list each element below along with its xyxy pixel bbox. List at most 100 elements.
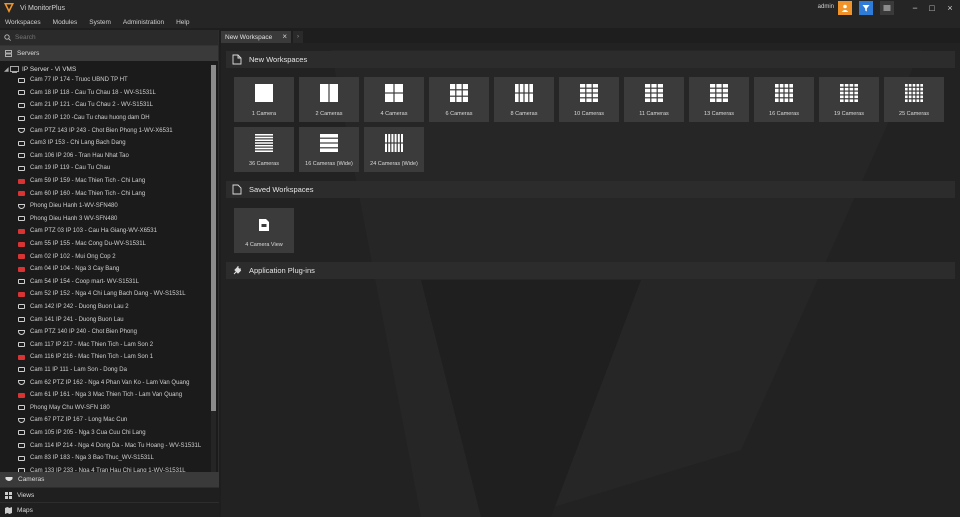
scrollbar-thumb[interactable] xyxy=(211,65,216,411)
camera-list-item[interactable]: Cam 141 IP 241 - Duong Buon Lau xyxy=(0,313,210,326)
saved-view-icon xyxy=(259,219,269,231)
workspace-layout-tile[interactable]: 11 Cameras xyxy=(624,77,684,122)
workspace-layout-tile[interactable]: 10 Cameras xyxy=(559,77,619,122)
servers-section-header[interactable]: Servers xyxy=(0,46,218,61)
close-window-button[interactable]: × xyxy=(944,3,956,13)
views-section-header[interactable]: Views xyxy=(0,487,219,502)
workspace-tile-label: 36 Cameras xyxy=(249,161,279,167)
camera-icon xyxy=(18,279,25,285)
app-logo-icon xyxy=(4,3,14,13)
camera-list-item[interactable]: Cam 62 PTZ IP 162 - Nga 4 Phan Van Ko - … xyxy=(0,376,210,389)
document-icon xyxy=(232,184,242,195)
menu-system[interactable]: System xyxy=(89,19,111,26)
workspace-layout-tile[interactable]: 6 Cameras xyxy=(429,77,489,122)
layout-grid-icon xyxy=(320,134,338,152)
camera-list-item[interactable]: Cam PTZ 143 IP 243 - Chot Bien Phong 1-W… xyxy=(0,124,210,137)
camera-list-item[interactable]: Cam PTZ 140 IP 240 - Chot Bien Phong xyxy=(0,326,210,339)
workspace-layout-tile[interactable]: 19 Cameras xyxy=(819,77,879,122)
camera-label: Cam 18 IP 118 - Cau Tu Chau 18 - WV-S153… xyxy=(30,89,156,96)
ptz-camera-icon xyxy=(18,329,25,335)
camera-list-item[interactable]: Cam 59 IP 159 - Mac Thien Tich - Chi Lan… xyxy=(0,175,210,188)
camera-offline-icon xyxy=(18,254,25,260)
camera-list-item[interactable]: Cam PTZ 03 IP 103 - Cau Ha Giang-WV-X653… xyxy=(0,225,210,238)
camera-list-item[interactable]: Cam 106 IP 206 - Tran Hau Nhat Tao xyxy=(0,150,210,163)
camera-label: Cam 77 IP 174 - Truoc UBND TP HT xyxy=(30,77,128,84)
camera-list-item[interactable]: Cam 20 IP 120 -Cau Tu chau huong dam DH xyxy=(0,112,210,125)
camera-list-item[interactable]: Cam 116 IP 216 - Mac Thien Tich - Lam So… xyxy=(0,351,210,364)
menu-help[interactable]: Help xyxy=(176,19,189,26)
camera-list-item[interactable]: Cam 02 IP 102 - Mui Ong Cop 2 xyxy=(0,250,210,263)
camera-list-item[interactable]: Cam 114 IP 214 - Nga 4 Dong Da - Mac Tu … xyxy=(0,439,210,452)
camera-list-item[interactable]: Cam 04 IP 104 - Nga 3 Cay Bang xyxy=(0,263,210,276)
user-name[interactable]: admin xyxy=(818,4,834,10)
search-icon xyxy=(4,34,11,41)
maps-section-header[interactable]: Maps xyxy=(0,502,219,517)
saved-workspace-tile[interactable]: 4 Camera View xyxy=(234,208,294,253)
tab-label: New Workspace xyxy=(225,33,273,41)
search-input[interactable] xyxy=(15,34,205,41)
layout-grid-icon xyxy=(775,84,793,102)
camera-label: Cam 62 PTZ IP 162 - Nga 4 Phan Van Ko - … xyxy=(30,379,190,386)
camera-list-item[interactable]: Cam 142 IP 242 - Duong Buon Lau 2 xyxy=(0,301,210,314)
workspace-layout-tile[interactable]: 4 Cameras xyxy=(364,77,424,122)
tab-new-workspace[interactable]: New Workspace × xyxy=(221,31,291,43)
cameras-section-header[interactable]: Cameras xyxy=(0,472,219,487)
camera-list-item[interactable]: Cam 105 IP 205 - Nga 3 Cua Cuu Chi Lang xyxy=(0,427,210,440)
workspace-layout-tile[interactable]: 16 Cameras xyxy=(754,77,814,122)
user-button[interactable] xyxy=(838,1,852,15)
tab-close-icon[interactable]: × xyxy=(282,32,287,41)
maximize-icon: □ xyxy=(929,3,935,13)
camera-list-item[interactable]: Phong May Chu WV-SFN 180 xyxy=(0,401,210,414)
filter-button[interactable] xyxy=(859,1,873,15)
camera-offline-icon xyxy=(18,191,25,197)
maximize-button[interactable]: □ xyxy=(926,3,938,13)
tree-root-server[interactable]: ◢ IP Server - Vi VMS xyxy=(0,64,210,74)
camera-label: Cam 116 IP 216 - Mac Thien Tich - Lam So… xyxy=(30,354,154,361)
camera-list-item[interactable]: Cam3 IP 153 - Chi Lang Bach Dang xyxy=(0,137,210,150)
workspace-layout-tile[interactable]: 1 Camera xyxy=(234,77,294,122)
minimize-button[interactable]: − xyxy=(909,3,921,13)
menu-workspaces[interactable]: Workspaces xyxy=(5,19,41,26)
plugins-title: Application Plug-ins xyxy=(249,266,315,275)
camera-list-item[interactable]: Cam 67 PTZ IP 167 - Long Mac Cun xyxy=(0,414,210,427)
camera-list-item[interactable]: Cam 21 IP 121 - Cau Tu Chau 2 - WV-S1531… xyxy=(0,99,210,112)
workspace-layout-tile[interactable]: 13 Cameras xyxy=(689,77,749,122)
camera-label: Cam 21 IP 121 - Cau Tu Chau 2 - WV-S1531… xyxy=(30,102,153,109)
camera-label: Cam 114 IP 214 - Nga 4 Dong Da - Mac Tu … xyxy=(30,442,202,449)
camera-list-item[interactable]: Cam 117 IP 217 - Mac Thien Tich - Lam So… xyxy=(0,338,210,351)
tab-more-button[interactable]: › xyxy=(293,31,303,43)
layout-grid-icon xyxy=(515,84,533,102)
workspace-layout-tile[interactable]: 36 Cameras xyxy=(234,127,294,172)
camera-offline-icon xyxy=(18,178,25,184)
workspace-layout-tile[interactable]: 8 Cameras xyxy=(494,77,554,122)
workspace-layout-tile[interactable]: 2 Cameras xyxy=(299,77,359,122)
camera-list-item[interactable]: Cam 55 IP 155 - Mac Cong Du-WV-S1531L xyxy=(0,238,210,251)
tree-scrollbar[interactable] xyxy=(211,65,216,490)
camera-list-item[interactable]: Phong Dieu Hanh 3 WV-SFN480 xyxy=(0,213,210,226)
workspace-layout-tile[interactable]: 16 Cameras (Wide) xyxy=(299,127,359,172)
camera-list-item[interactable]: Phong Dieu Hanh 1-WV-SFN480 xyxy=(0,200,210,213)
camera-label: Cam3 IP 153 - Chi Lang Bach Dang xyxy=(30,140,126,147)
menu-button[interactable] xyxy=(880,1,894,15)
camera-list-item[interactable]: Cam 19 IP 119 - Cau Tu Chau xyxy=(0,162,210,175)
map-icon xyxy=(5,506,12,514)
layout-grid-icon xyxy=(255,84,273,102)
workspace-layout-tile[interactable]: 24 Cameras (Wide) xyxy=(364,127,424,172)
menu-modules[interactable]: Modules xyxy=(53,19,78,26)
camera-list-item[interactable]: Cam 61 IP 161 - Nga 3 Mac Thien Tich - L… xyxy=(0,389,210,402)
camera-list-item[interactable]: Cam 18 IP 118 - Cau Tu Chau 18 - WV-S153… xyxy=(0,87,210,100)
camera-list-item[interactable]: Cam 77 IP 174 - Truoc UBND TP HT xyxy=(0,74,210,87)
workspace-tile-label: 11 Cameras xyxy=(639,111,669,117)
camera-list-item[interactable]: Cam 52 IP 152 - Nga 4 Chi Lang Bach Dang… xyxy=(0,288,210,301)
camera-label: Cam PTZ 03 IP 103 - Cau Ha Giang-WV-X653… xyxy=(30,228,157,235)
cameras-section-label: Cameras xyxy=(18,476,45,483)
camera-list-item[interactable]: Cam 83 IP 183 - Nga 3 Bao Thuc_WV-S1531L xyxy=(0,452,210,465)
camera-label: Cam 11 IP 111 - Lam Son - Dong Da xyxy=(30,366,127,373)
workspace-tile-label: 10 Cameras xyxy=(574,111,604,117)
menu-administration[interactable]: Administration xyxy=(123,19,164,26)
ptz-camera-icon xyxy=(18,380,25,386)
camera-list-item[interactable]: Cam 60 IP 160 - Mac Thien Tich - Chi Lan… xyxy=(0,187,210,200)
workspace-layout-tile[interactable]: 25 Cameras xyxy=(884,77,944,122)
camera-list-item[interactable]: Cam 54 IP 154 - Coop mart- WV-S1531L xyxy=(0,276,210,289)
camera-list-item[interactable]: Cam 11 IP 111 - Lam Son - Dong Da xyxy=(0,364,210,377)
